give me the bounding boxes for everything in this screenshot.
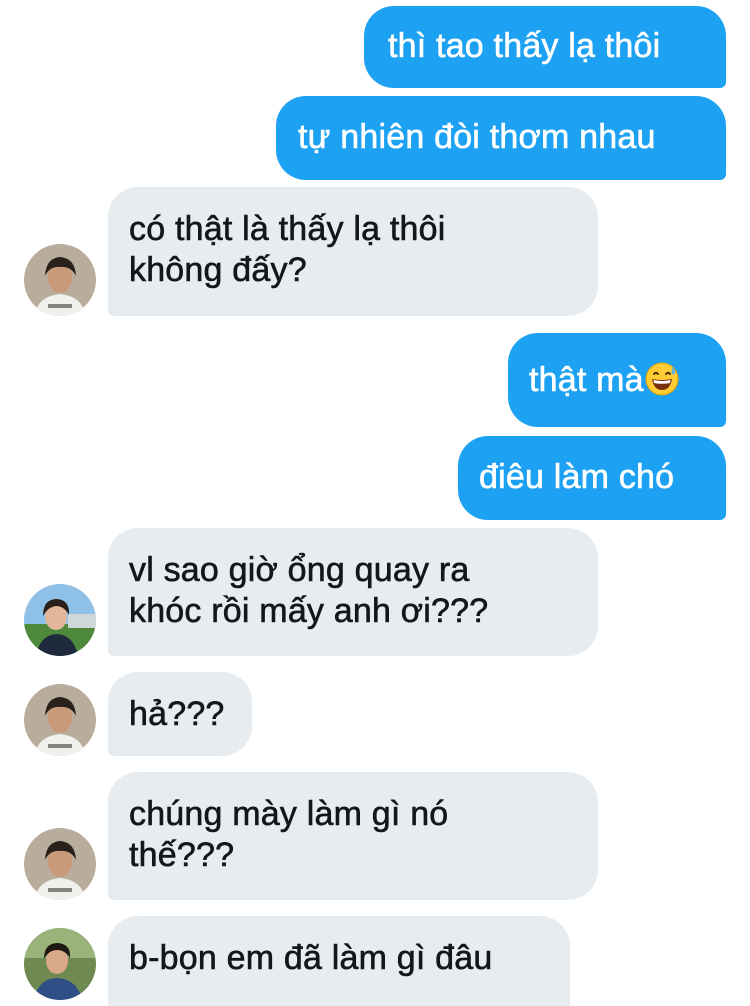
avatar-white-shirt[interactable] (24, 828, 96, 900)
sent-message-bubble[interactable]: tự nhiên đòi thơm nhau (276, 96, 726, 180)
message-text: tự nhiên đòi thơm nhau (298, 118, 656, 157)
message-line: vl sao giờ ổng quay ra (129, 551, 470, 590)
avatar-white-shirt[interactable] (24, 684, 96, 756)
avatar-blue-shirt[interactable] (24, 928, 96, 1000)
sent-message-bubble[interactable]: điêu làm chó (458, 436, 726, 520)
received-message-bubble[interactable]: có thật là thấy lạ thôi không đấy? (108, 187, 598, 316)
message-text: thật mà (529, 361, 644, 400)
chat-thread: thì tao thấy lạ thôi tự nhiên đòi thơm n… (0, 0, 750, 1006)
message-line: b-bọn em đã làm gì đâu (129, 939, 493, 978)
message-line: thế??? (129, 836, 235, 875)
sent-message-bubble[interactable]: thật mà (508, 333, 726, 427)
received-message-bubble[interactable]: hả??? (108, 672, 252, 756)
received-message-bubble[interactable]: b-bọn em đã làm gì đâu (108, 916, 570, 1006)
received-message-bubble[interactable]: chúng mày làm gì nó thế??? (108, 772, 598, 900)
message-line: khóc rồi mấy anh ơi??? (129, 592, 489, 631)
avatar-white-shirt[interactable] (24, 244, 96, 316)
avatar-image (24, 584, 96, 656)
avatar-outdoor[interactable] (24, 584, 96, 656)
message-line: có thật là thấy lạ thôi (129, 210, 446, 249)
message-line: hả??? (129, 695, 225, 734)
sent-message-bubble[interactable]: thì tao thấy lạ thôi (364, 6, 726, 88)
grinning-face-with-sweat-icon (645, 362, 679, 406)
avatar-image (24, 244, 96, 316)
received-message-bubble[interactable]: vl sao giờ ổng quay ra khóc rồi mấy anh … (108, 528, 598, 656)
message-line: chúng mày làm gì nó (129, 795, 449, 834)
message-text: thì tao thấy lạ thôi (388, 27, 661, 66)
avatar-image (24, 928, 96, 1000)
avatar-image (24, 684, 96, 756)
avatar-image (24, 828, 96, 900)
message-line: không đấy? (129, 251, 307, 290)
message-text: điêu làm chó (479, 458, 675, 497)
